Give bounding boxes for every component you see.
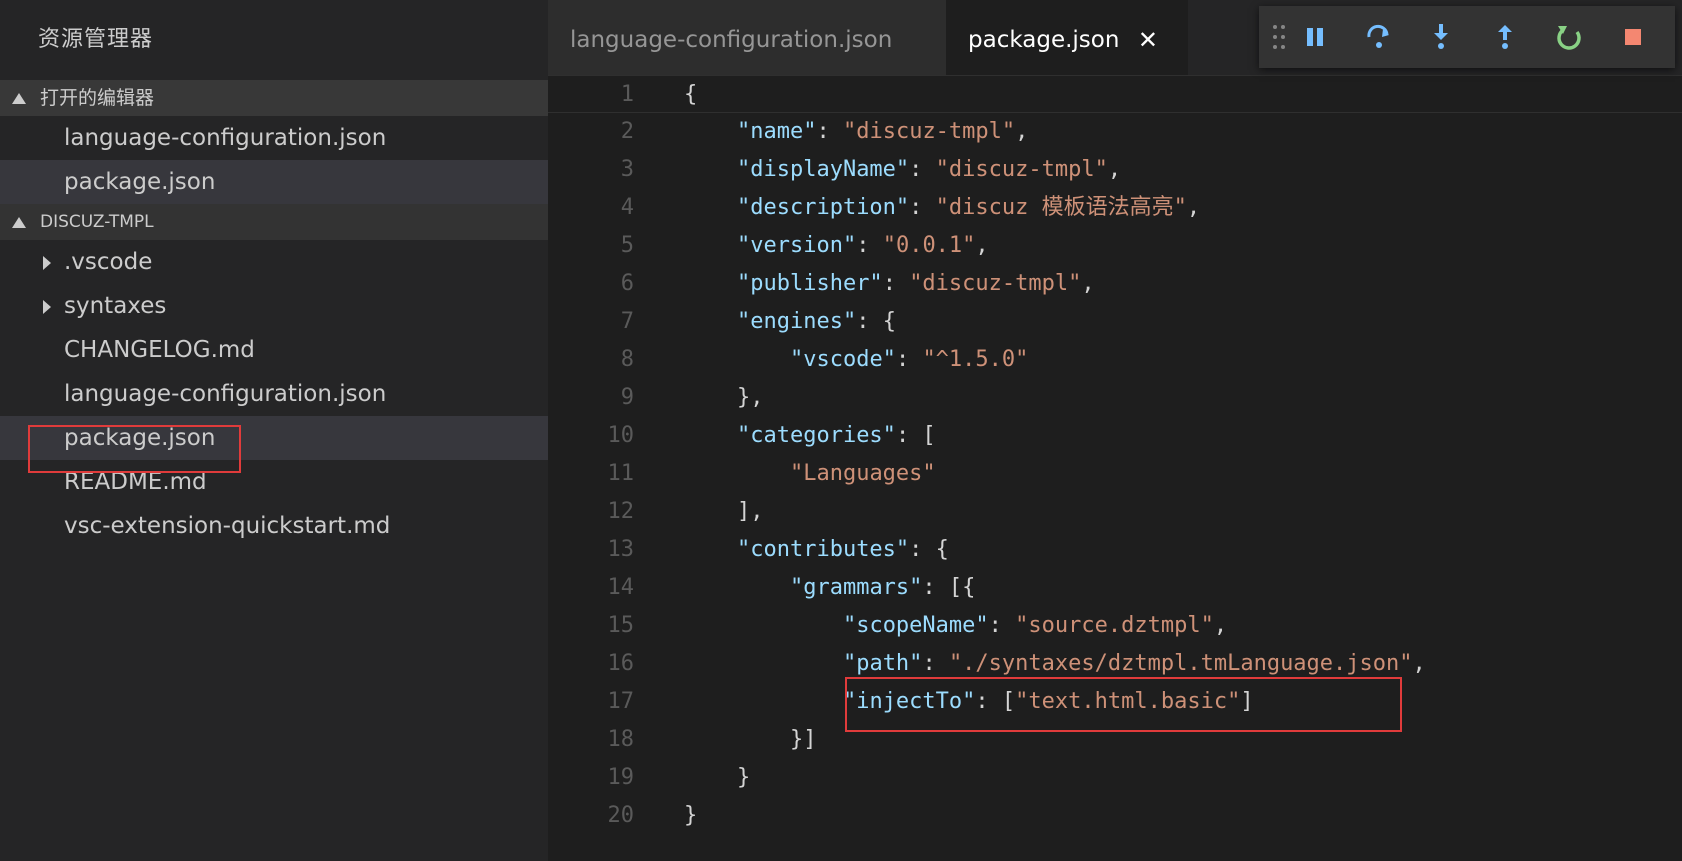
code-line[interactable]: 6 "publisher": "discuz-tmpl", xyxy=(548,265,1682,303)
file-item-quickstart[interactable]: vsc-extension-quickstart.md xyxy=(0,504,548,548)
line-number: 4 xyxy=(620,195,634,220)
code-line-text: "name": "discuz-tmpl", xyxy=(736,119,1029,144)
folder-label: DISCUZ-TMPL xyxy=(40,212,154,232)
line-number: 16 xyxy=(607,651,635,676)
code-line[interactable]: 7 "engines": { xyxy=(548,303,1682,341)
line-number: 6 xyxy=(620,271,634,296)
code-line-text: "vscode": "^1.5.0" xyxy=(789,347,1029,372)
open-editors-label: 打开的编辑器 xyxy=(40,87,155,109)
line-number: 20 xyxy=(607,803,635,828)
code-line[interactable]: 15 "scopeName": "source.dztmpl", xyxy=(548,607,1682,645)
tab-label: package.json xyxy=(968,27,1120,53)
code-line-text: "publisher": "discuz-tmpl", xyxy=(736,271,1095,296)
chevron-right-icon xyxy=(43,256,51,270)
line-number: 8 xyxy=(620,347,634,372)
code-line-text: }] xyxy=(684,727,817,752)
file-item-label: CHANGELOG.md xyxy=(64,337,255,363)
open-editor-item-label: package.json xyxy=(64,169,216,195)
open-editor-item-label: language-configuration.json xyxy=(64,125,387,151)
folder-section-header[interactable]: DISCUZ-TMPL xyxy=(0,204,548,240)
file-item-label: vsc-extension-quickstart.md xyxy=(64,513,391,539)
code-line-text: { xyxy=(684,82,698,107)
inject-to-highlight-box xyxy=(845,677,1402,732)
open-editor-item[interactable]: language-configuration.json xyxy=(0,116,548,160)
code-line-text: "description": "discuz 模板语法高亮", xyxy=(736,195,1201,220)
line-number: 5 xyxy=(620,233,634,258)
code-line-text: "Languages" xyxy=(789,461,936,486)
code-line[interactable]: 13 "contributes": { xyxy=(548,531,1682,569)
code-line[interactable]: 8 "vscode": "^1.5.0" xyxy=(548,341,1682,379)
open-editors-section-header[interactable]: 打开的编辑器 xyxy=(0,80,548,116)
code-line[interactable]: 12 ], xyxy=(548,493,1682,531)
code-line[interactable]: 19 } xyxy=(548,759,1682,797)
close-icon[interactable]: ✕ xyxy=(1138,0,1158,80)
line-number: 9 xyxy=(620,385,634,410)
file-item-changelog[interactable]: CHANGELOG.md xyxy=(0,328,548,372)
code-line-text: } xyxy=(684,765,751,790)
line-number: 18 xyxy=(607,727,635,752)
tab-package-json[interactable]: package.json ✕ xyxy=(946,0,1188,75)
folder-item-vscode[interactable]: .vscode xyxy=(0,240,548,284)
folder-item-label: syntaxes xyxy=(64,293,167,319)
code-line-text: "contributes": { xyxy=(736,537,949,562)
code-line-text: "categories": [ xyxy=(736,423,936,448)
vscode-window: 资源管理器 打开的编辑器 language-configuration.json… xyxy=(0,0,1682,861)
step-into-icon[interactable] xyxy=(1421,6,1461,68)
line-number: 14 xyxy=(607,575,635,600)
folder-item-syntaxes[interactable]: syntaxes xyxy=(0,284,548,328)
line-number: 19 xyxy=(607,765,635,790)
debug-toolbar xyxy=(1259,6,1675,68)
line-number: 2 xyxy=(620,119,634,144)
code-line-text: "displayName": "discuz-tmpl", xyxy=(736,157,1122,182)
line-number: 15 xyxy=(607,613,635,638)
tab-label: language-configuration.json xyxy=(570,27,893,53)
code-line-text: ], xyxy=(684,499,764,524)
code-line[interactable]: 4 "description": "discuz 模板语法高亮", xyxy=(548,189,1682,227)
stop-icon[interactable] xyxy=(1613,6,1653,68)
code-line[interactable]: 2 "name": "discuz-tmpl", xyxy=(548,113,1682,151)
code-line-text: "engines": { xyxy=(736,309,896,334)
open-editor-item-active[interactable]: package.json xyxy=(0,160,548,204)
code-line[interactable]: 20} xyxy=(548,797,1682,835)
step-out-icon[interactable] xyxy=(1485,6,1525,68)
line-number: 17 xyxy=(607,689,635,714)
pause-icon[interactable] xyxy=(1295,6,1335,68)
file-item-language-configuration[interactable]: language-configuration.json xyxy=(0,372,548,416)
line-number: 7 xyxy=(620,309,634,334)
line-number: 10 xyxy=(607,423,635,448)
explorer-title: 资源管理器 xyxy=(38,27,154,52)
restart-icon[interactable] xyxy=(1549,6,1589,68)
folder-item-label: .vscode xyxy=(64,249,153,275)
code-line[interactable]: 14 "grammars": [{ xyxy=(548,569,1682,607)
chevron-right-icon xyxy=(43,300,51,314)
drag-handle-icon[interactable] xyxy=(1259,6,1299,68)
code-line[interactable]: 10 "categories": [ xyxy=(548,417,1682,455)
line-number: 11 xyxy=(607,461,635,486)
line-number: 1 xyxy=(620,82,634,107)
collapse-triangle-icon xyxy=(12,216,26,228)
explorer-sidebar: 资源管理器 打开的编辑器 language-configuration.json… xyxy=(0,0,548,861)
code-line[interactable]: 5 "version": "0.0.1", xyxy=(548,227,1682,265)
tab-language-configuration[interactable]: language-configuration.json xyxy=(548,0,946,75)
code-line[interactable]: 11 "Languages" xyxy=(548,455,1682,493)
code-line-text: "scopeName": "source.dztmpl", xyxy=(842,613,1228,638)
line-number: 12 xyxy=(607,499,635,524)
step-over-icon[interactable] xyxy=(1359,6,1399,68)
line-number: 3 xyxy=(620,157,634,182)
line-number: 13 xyxy=(607,537,635,562)
editor-area: language-configuration.json package.json… xyxy=(548,0,1682,861)
file-item-label: language-configuration.json xyxy=(64,381,387,407)
code-line-text: "grammars": [{ xyxy=(789,575,976,600)
code-line-text: }, xyxy=(684,385,764,410)
code-line[interactable]: 1{ xyxy=(548,75,1682,113)
code-line-text: "version": "0.0.1", xyxy=(736,233,989,258)
code-line[interactable]: 9 }, xyxy=(548,379,1682,417)
package-json-highlight-box xyxy=(28,425,241,473)
code-line-text: } xyxy=(684,803,698,828)
collapse-triangle-icon xyxy=(12,92,26,104)
code-line[interactable]: 3 "displayName": "discuz-tmpl", xyxy=(548,151,1682,189)
